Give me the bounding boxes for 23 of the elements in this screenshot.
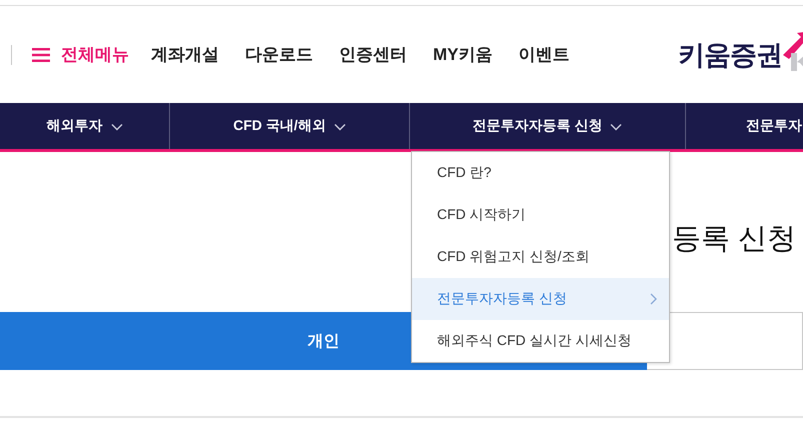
header-link[interactable]: 다운로드 [245, 43, 313, 66]
chevron-down-icon [334, 123, 346, 131]
logo-mark-icon [783, 30, 803, 70]
nav-menu-item[interactable]: 전문투자자등록 신청 [410, 103, 686, 149]
dropdown-item[interactable]: 해외주식 CFD 실시간 시세신청 [412, 320, 669, 362]
page-title: 등록 신청 [672, 222, 798, 257]
nav-menu-item[interactable]: 전문투자 [686, 103, 803, 149]
header-link[interactable]: 이벤트 [518, 43, 570, 66]
chevron-right-icon [650, 293, 657, 305]
all-menu-button[interactable]: 전체메뉴 [32, 43, 129, 66]
header-link[interactable]: 인증센터 [339, 43, 407, 66]
chevron-down-icon [110, 123, 122, 131]
header-link[interactable]: MY키움 [433, 43, 492, 66]
header-link[interactable]: 계좌개설 [151, 43, 219, 66]
nav-menu-item[interactable]: 해외투자 [0, 103, 170, 149]
dropdown-item[interactable]: 전문투자자등록 신청 [412, 278, 669, 320]
dropdown-item[interactable]: CFD 란? [412, 152, 669, 194]
logo[interactable]: 키움증권 [678, 36, 782, 72]
menu-icon [32, 48, 50, 62]
dropdown-item[interactable]: CFD 시작하기 [412, 194, 669, 236]
nav-menu-item[interactable]: CFD 국내/해외 [170, 103, 410, 149]
chevron-down-icon [610, 123, 622, 131]
dropdown-item[interactable]: CFD 위험고지 신청/조회 [412, 236, 669, 278]
